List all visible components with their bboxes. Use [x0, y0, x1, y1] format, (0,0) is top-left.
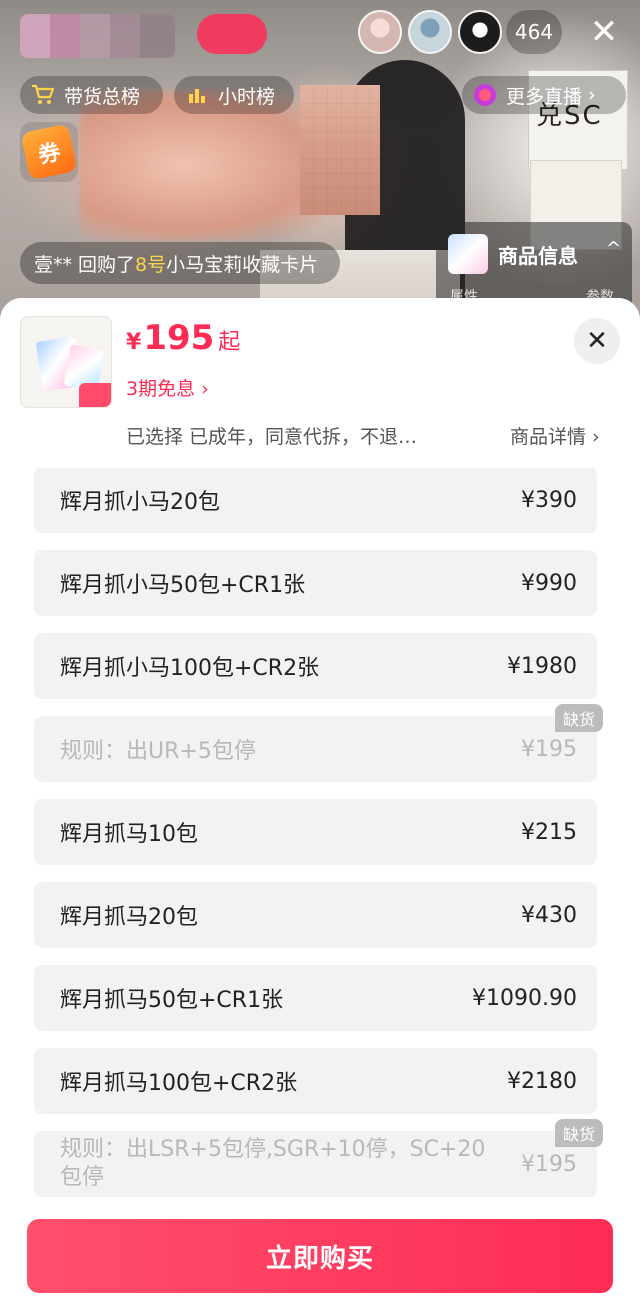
- sku-option-price: ¥2180: [507, 1068, 577, 1094]
- close-icon[interactable]: ✕: [586, 14, 622, 50]
- buy-now-button[interactable]: 立即购买: [27, 1219, 613, 1293]
- sku-option-price: ¥390: [521, 487, 577, 513]
- close-icon[interactable]: ✕: [574, 318, 620, 364]
- installment-link[interactable]: 3期免息 ›: [126, 374, 209, 401]
- price-suffix: 起: [218, 330, 241, 355]
- streamer-avatar-mosaic[interactable]: [20, 14, 175, 58]
- sku-option[interactable]: 辉月抓马100包+CR2张 ¥2180: [34, 1048, 597, 1114]
- viewer-avatar[interactable]: [458, 10, 502, 54]
- viewer-avatar[interactable]: [408, 10, 452, 54]
- sku-option-list[interactable]: 辉月抓小马20包 ¥390 辉月抓小马50包+CR1张 ¥990 辉月抓小马10…: [0, 468, 640, 1208]
- stream-mosaic-face: [300, 85, 380, 215]
- product-info-title: 商品信息: [498, 244, 578, 268]
- sheet-header: ¥ 195 起 3期免息 › ✕ 已选择 已成年，同意代拆，不退… 商品详情 ›: [0, 298, 640, 468]
- chevron-up-icon: ^: [606, 238, 622, 259]
- more-live-chip[interactable]: 更多直播 ›: [462, 76, 626, 114]
- sku-option-price: ¥1980: [507, 653, 577, 679]
- live-avatar-icon: [472, 82, 498, 108]
- more-live-label: 更多直播: [506, 85, 583, 108]
- hourly-rank-label: 小时榜: [218, 85, 276, 108]
- official-tag: [79, 383, 111, 407]
- sales-rank-label: 带货总榜: [64, 85, 141, 108]
- sku-option-label: 辉月抓小马20包: [60, 490, 220, 515]
- viewer-avatar[interactable]: [358, 10, 402, 54]
- repurchase-prefix: 壹** 回购了: [34, 253, 136, 276]
- sku-selection-sheet: ¥ 195 起 3期免息 › ✕ 已选择 已成年，同意代拆，不退… 商品详情 ›…: [0, 298, 640, 1305]
- coupon-icon: 券: [20, 123, 78, 181]
- price-currency: ¥: [126, 330, 142, 355]
- repurchase-notice: 壹** 回购了 8号 小马宝莉收藏卡片: [20, 242, 340, 284]
- sku-option[interactable]: 辉月抓马10包 ¥215: [34, 799, 597, 865]
- sku-option[interactable]: 辉月抓小马50包+CR1张 ¥990: [34, 550, 597, 616]
- sku-option-price: ¥215: [521, 819, 577, 845]
- sku-option-price: ¥430: [521, 902, 577, 928]
- repurchase-product: 小马宝莉收藏卡片: [166, 253, 319, 276]
- sku-option[interactable]: 辉月抓马50包+CR1张 ¥1090.90: [34, 965, 597, 1031]
- cart-icon: [30, 82, 56, 108]
- sku-option-label: 辉月抓马10包: [60, 822, 198, 847]
- sku-option-label: 辉月抓小马100包+CR2张: [60, 656, 320, 681]
- product-details-link[interactable]: 商品详情 ›: [510, 422, 600, 449]
- coupon-button[interactable]: 券: [20, 122, 78, 182]
- sku-option-out-of-stock: 规则：出LSR+5包停,SGR+10停，SC+20包停 ¥195 缺货: [34, 1119, 603, 1197]
- follow-button[interactable]: [197, 14, 267, 54]
- sales-rank-chip[interactable]: 带货总榜: [20, 76, 163, 114]
- sku-option-label: 规则：出UR+5包停: [60, 739, 256, 764]
- sku-option[interactable]: 辉月抓小马100包+CR2张 ¥1980: [34, 633, 597, 699]
- sku-option[interactable]: 辉月抓小马20包 ¥390: [34, 468, 597, 533]
- sku-option-label: 辉月抓马20包: [60, 905, 198, 930]
- price-value: 195: [143, 318, 215, 358]
- product-info-thumbnail: [448, 234, 488, 274]
- out-of-stock-badge: 缺货: [554, 1119, 603, 1147]
- viewer-list[interactable]: 464: [358, 10, 562, 54]
- out-of-stock-badge: 缺货: [554, 704, 603, 732]
- hourly-rank-chip[interactable]: 小时榜: [174, 76, 294, 114]
- repurchase-item-number: 8号: [135, 253, 167, 276]
- chevron-right-icon: ›: [588, 84, 596, 106]
- bar-chart-icon: [184, 82, 210, 108]
- sku-option-out-of-stock: 规则：出UR+5包停 ¥195 缺货: [34, 704, 603, 782]
- sku-option-price: ¥1090.90: [472, 985, 577, 1011]
- sku-option-label: 规则：出LSR+5包停,SGR+10停，SC+20包停: [60, 1137, 486, 1190]
- sku-option-label: 辉月抓马50包+CR1张: [60, 988, 284, 1013]
- price-display: ¥ 195 起: [126, 318, 240, 358]
- sku-option-label: 辉月抓马100包+CR2张: [60, 1071, 298, 1096]
- buy-bar: 立即购买: [0, 1208, 640, 1305]
- sku-option-label: 辉月抓小马50包+CR1张: [60, 573, 306, 598]
- sku-option-price: ¥990: [521, 570, 577, 596]
- viewer-count[interactable]: 464: [506, 10, 562, 54]
- selected-options-text[interactable]: 已选择 已成年，同意代拆，不退…: [126, 422, 486, 449]
- product-thumbnail[interactable]: [20, 316, 112, 408]
- sku-option[interactable]: 辉月抓马20包 ¥430: [34, 882, 597, 948]
